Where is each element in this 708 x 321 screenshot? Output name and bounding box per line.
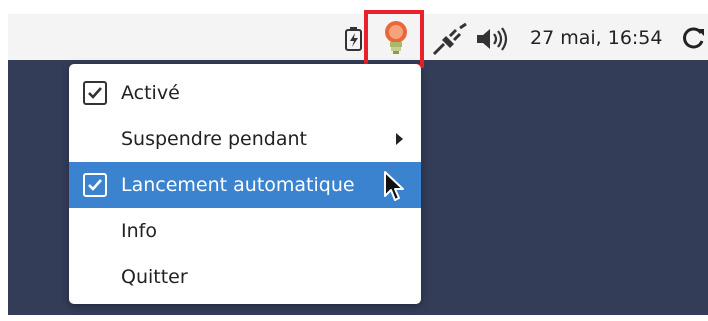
screen: 27 mai, 16:54 Activé Suspendre pendant L… — [0, 0, 708, 321]
menu-item-label: Lancement automatique — [121, 174, 355, 196]
mouse-cursor-icon — [384, 171, 404, 201]
checkmark-icon — [88, 179, 102, 191]
menu-item-active[interactable]: Activé — [69, 70, 421, 116]
active-checkbox[interactable] — [83, 81, 107, 105]
autostart-checkbox[interactable] — [83, 173, 107, 197]
panel-clock[interactable]: 27 mai, 16:54 — [530, 24, 662, 52]
menu-item-autostart[interactable]: Lancement automatique — [69, 162, 421, 208]
checkmark-icon — [88, 87, 102, 99]
menu-item-label: Quitter — [121, 266, 188, 288]
highlight-annotation-box — [364, 10, 424, 68]
refresh-icon[interactable] — [680, 24, 708, 52]
submenu-arrow-icon — [396, 133, 403, 145]
menu-item-label: Activé — [121, 82, 180, 104]
menu-item-label: Info — [121, 220, 157, 242]
tray-context-menu: Activé Suspendre pendant Lancement autom… — [69, 64, 421, 304]
volume-icon[interactable] — [474, 24, 510, 54]
menu-item-suspend[interactable]: Suspendre pendant — [69, 116, 421, 162]
menu-item-info[interactable]: Info — [69, 208, 421, 254]
network-plug-icon[interactable] — [430, 22, 470, 56]
menu-item-label: Suspendre pendant — [121, 128, 307, 150]
menu-item-quit[interactable]: Quitter — [69, 254, 421, 300]
battery-charging-icon[interactable] — [343, 26, 365, 52]
